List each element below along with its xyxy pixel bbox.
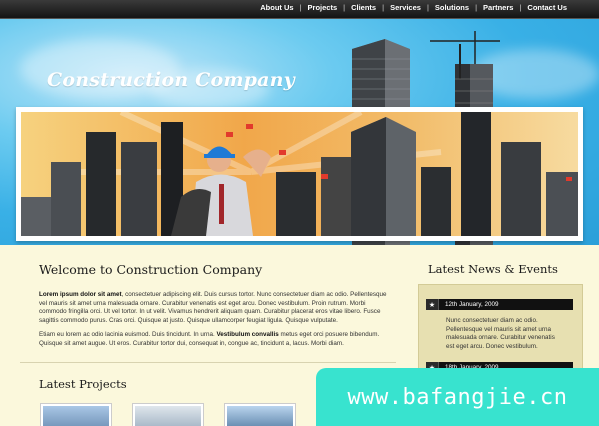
main-nav: About Us | Projects | Clients | Services…	[254, 3, 573, 12]
nav-about-us[interactable]: About Us	[254, 3, 299, 12]
banner-frame	[16, 107, 583, 241]
news-events-title: Latest News & Events	[428, 262, 558, 276]
project-image	[135, 406, 201, 426]
main-content: Welcome to Construction Company Lorem ip…	[39, 262, 394, 349]
top-nav-bar: About Us | Projects | Clients | Services…	[0, 0, 599, 19]
project-image	[227, 406, 293, 426]
watermark-banner: www.bafangjie.cn	[316, 368, 599, 426]
banner-illustration	[21, 112, 578, 236]
page-title: Welcome to Construction Company	[39, 262, 263, 277]
news-text: Nunc consectetuer diam ac odio. Pellente…	[446, 317, 555, 350]
watermark-text: www.bafangjie.cn	[347, 384, 568, 410]
nav-partners[interactable]: Partners	[477, 3, 519, 12]
nav-projects[interactable]: Projects	[302, 3, 344, 12]
second-text-a: Etiam eu lorem ac odio lacinia euismod. …	[39, 331, 217, 339]
project-thumbnail[interactable]	[224, 403, 296, 426]
content-divider	[20, 362, 396, 363]
header-sky: Construction Company	[0, 19, 599, 245]
nav-contact-us[interactable]: Contact Us	[521, 3, 573, 12]
intro-paragraph: Lorem ipsum dolor sit amet, consectetuer…	[39, 291, 394, 325]
nav-services[interactable]: Services	[384, 3, 427, 12]
latest-projects-title: Latest Projects	[39, 377, 127, 391]
nav-clients[interactable]: Clients	[345, 3, 382, 12]
second-bold: Vestibulum convallis	[216, 331, 279, 339]
intro-bold: Lorem ipsum dolor sit amet	[39, 291, 122, 298]
news-date: 12th January, 2009	[445, 301, 499, 308]
star-icon: ★	[426, 299, 439, 310]
project-thumbnail[interactable]	[40, 403, 112, 426]
project-image	[43, 406, 109, 426]
project-thumbnail[interactable]	[132, 403, 204, 426]
nav-solutions[interactable]: Solutions	[429, 3, 475, 12]
news-item-header[interactable]: ★ 12th January, 2009	[426, 299, 573, 310]
second-paragraph: Etiam eu lorem ac odio lacinia euismod. …	[39, 331, 394, 348]
banner-image	[21, 112, 578, 236]
engineer-figure	[171, 146, 271, 236]
